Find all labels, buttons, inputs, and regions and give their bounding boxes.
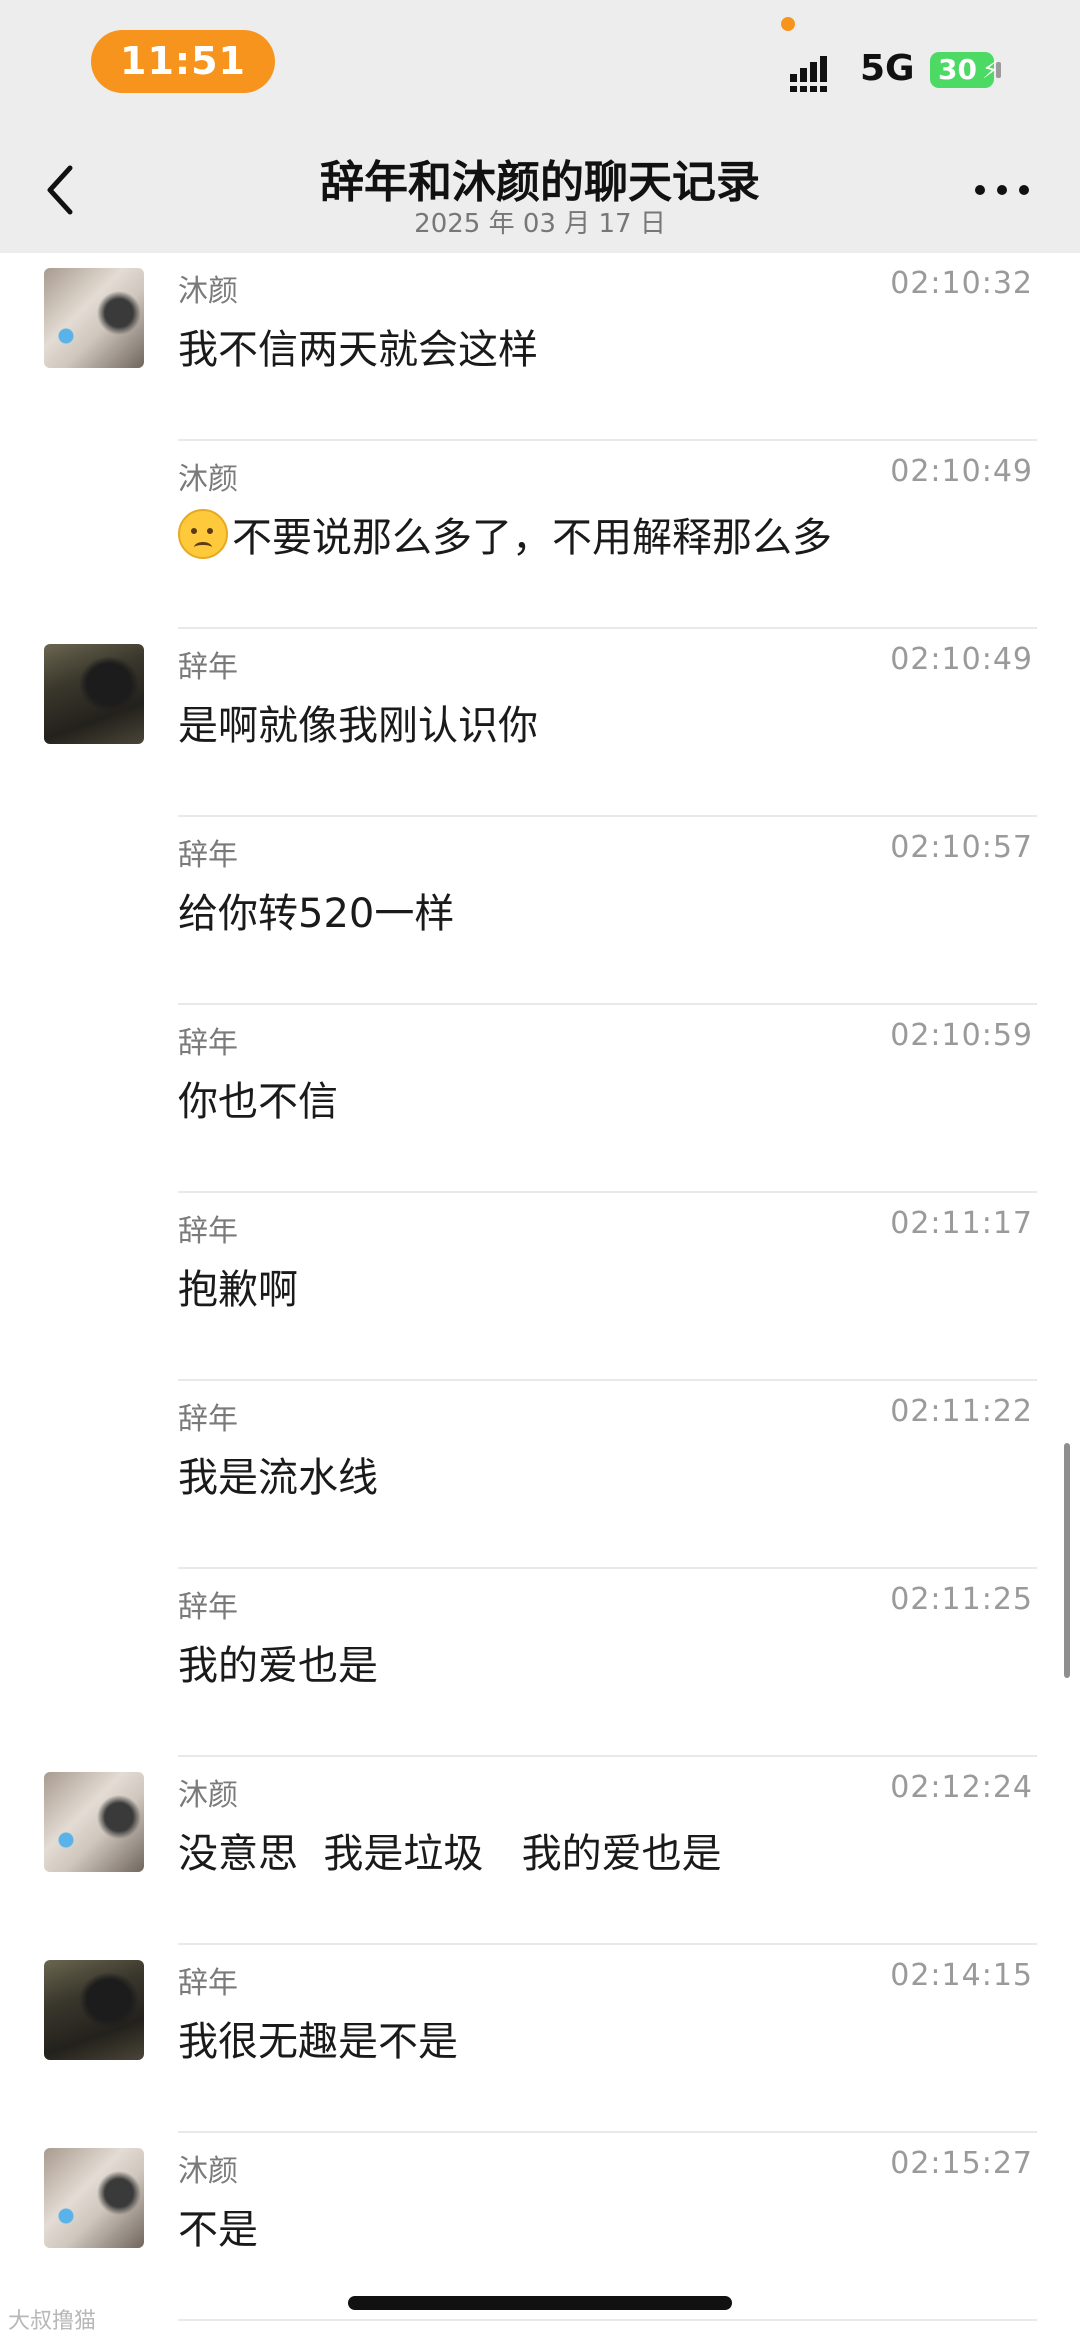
message-item[interactable]: 辞年 02:11:17 抱歉啊	[0, 1193, 1080, 1381]
message-time: 02:15:27	[890, 2146, 1033, 2181]
message-sender: 沐颜	[178, 2154, 238, 2189]
message-time: 02:12:24	[890, 1770, 1033, 1805]
avatar-muyan[interactable]	[44, 1772, 144, 1872]
message-text: 我不信两天就会这样	[178, 327, 538, 373]
message-item[interactable]: 沐颜 02:12:24 没意思 我是垃圾 我的爱也是	[0, 1757, 1080, 1945]
watermark: 大叔撸猫	[8, 2309, 97, 2334]
avatar-cinian[interactable]	[44, 644, 144, 744]
network-type-label: 5G	[860, 48, 915, 89]
message-text: 没意思 我是垃圾 我的爱也是	[178, 1831, 722, 1877]
message-sender: 辞年	[178, 1966, 238, 2001]
message-item[interactable]: 沐颜 02:10:49 不要说那么多了，不用解释那么多	[0, 441, 1080, 629]
message-item[interactable]: 辞年 02:10:59 你也不信	[0, 1005, 1080, 1193]
message-time: 02:10:57	[890, 830, 1033, 865]
message-text: 我的爱也是	[178, 1643, 378, 1689]
message-sender: 辞年	[178, 1402, 238, 1437]
message-sender: 沐颜	[178, 1778, 238, 1813]
message-time: 02:11:17	[890, 1206, 1033, 1241]
message-item[interactable]: 辞年 02:14:15 我很无趣是不是	[0, 1945, 1080, 2133]
nav-bar: 辞年和沐颜的聊天记录 2025 年 03 月 17 日	[0, 128, 1080, 253]
status-time: 11:51	[91, 30, 275, 93]
privacy-indicator-dot	[781, 17, 795, 31]
message-sender: 辞年	[178, 838, 238, 873]
message-sender: 辞年	[178, 1590, 238, 1625]
avatar-cinian[interactable]	[44, 1960, 144, 2060]
message-text-row: 不要说那么多了，不用解释那么多	[178, 505, 832, 563]
message-sender: 沐颜	[178, 274, 238, 309]
scrollbar-thumb[interactable]	[1064, 1443, 1070, 1678]
message-text: 你也不信	[178, 1079, 338, 1125]
message-time: 02:11:25	[890, 1582, 1033, 1617]
message-time: 02:10:59	[890, 1018, 1033, 1053]
message-time: 02:14:15	[890, 1958, 1033, 1993]
home-indicator[interactable]	[348, 2296, 732, 2310]
message-item[interactable]: 辞年 02:11:22 我是流水线	[0, 1381, 1080, 1569]
message-text: 我是流水线	[178, 1455, 378, 1501]
message-item[interactable]: 辞年 02:11:25 我的爱也是	[0, 1569, 1080, 1757]
message-sender: 辞年	[178, 1214, 238, 1249]
message-text: 我很无趣是不是	[178, 2019, 458, 2065]
frowning-face-emoji-icon	[178, 509, 228, 559]
message-text: 是啊就像我刚认识你	[178, 703, 538, 749]
message-item[interactable]: 辞年 02:10:57 给你转520一样	[0, 817, 1080, 1005]
status-bar: 11:51 5G 30 ⚡	[0, 0, 1080, 128]
battery-cap	[996, 62, 1001, 78]
message-time: 02:11:22	[890, 1394, 1033, 1429]
message-item[interactable]: 辞年 02:10:49 是啊就像我刚认识你	[0, 629, 1080, 817]
avatar-muyan[interactable]	[44, 2148, 144, 2248]
page-title: 辞年和沐颜的聊天记录	[320, 157, 760, 208]
message-text: 给你转520一样	[178, 891, 455, 937]
page-date: 2025 年 03 月 17 日	[414, 209, 666, 239]
message-text: 抱歉啊	[178, 1267, 298, 1313]
message-text: 不是	[178, 2207, 258, 2253]
message-time: 02:10:49	[890, 454, 1033, 489]
divider	[178, 2319, 1037, 2321]
message-item[interactable]: 沐颜 02:15:27 不是	[0, 2133, 1080, 2321]
message-time: 02:10:49	[890, 642, 1033, 677]
message-text: 不要说那么多了，不用解释那么多	[232, 515, 832, 561]
avatar-muyan[interactable]	[44, 268, 144, 368]
more-icon[interactable]	[972, 180, 1032, 200]
message-sender: 沐颜	[178, 462, 238, 497]
message-time: 02:10:32	[890, 266, 1033, 301]
message-sender: 辞年	[178, 1026, 238, 1061]
battery-level: 30	[938, 53, 977, 86]
battery-icon: 30 ⚡	[930, 52, 999, 88]
signal-icon	[790, 56, 827, 92]
message-item[interactable]: 沐颜 02:10:32 我不信两天就会这样	[0, 253, 1080, 441]
message-sender: 辞年	[178, 650, 238, 685]
